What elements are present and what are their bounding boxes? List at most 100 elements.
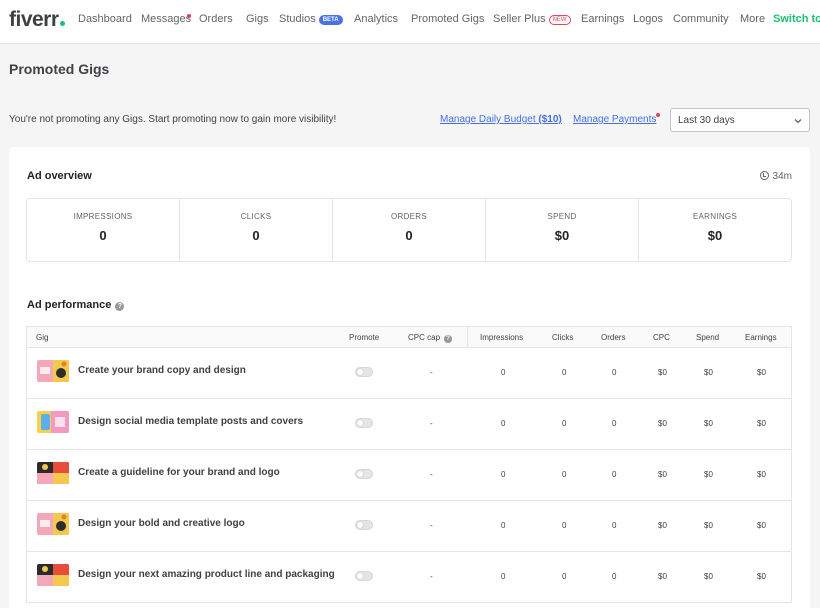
- nav-promoted-gigs[interactable]: Promoted Gigs: [411, 13, 484, 25]
- nav-studios-label: Studios: [279, 13, 316, 25]
- last-updated-value: 34m: [772, 171, 792, 182]
- nav-orders[interactable]: Orders: [199, 13, 233, 25]
- date-range-value: Last 30 days: [678, 115, 735, 126]
- ad-overview-title: Ad overview: [27, 170, 92, 182]
- earnings-value: $0: [757, 572, 766, 581]
- table-row: Design social media template posts and c…: [27, 399, 791, 450]
- gig-thumbnail[interactable]: [37, 513, 69, 535]
- nav-community[interactable]: Community: [673, 13, 729, 25]
- clicks-value: 0: [562, 419, 567, 428]
- stat-orders: ORDERS 0: [333, 199, 486, 261]
- orders-value: 0: [612, 572, 617, 581]
- stat-value: 0: [252, 228, 260, 243]
- gig-title[interactable]: Design your next amazing product line an…: [78, 569, 335, 580]
- stat-value: $0: [707, 228, 723, 243]
- cpc-value: $0: [658, 521, 667, 530]
- gig-thumbnail[interactable]: [37, 564, 69, 586]
- no-promotion-notice: You're not promoting any Gigs. Start pro…: [9, 114, 337, 125]
- info-icon[interactable]: ?: [444, 335, 453, 343]
- col-cpc-cap-label: CPC cap: [408, 333, 441, 342]
- impressions-value: 0: [501, 470, 506, 479]
- nav-logos[interactable]: Logos: [633, 13, 663, 25]
- col-cpc: CPC: [653, 333, 670, 342]
- payments-notification-dot: [656, 113, 660, 117]
- fiverr-logo[interactable]: fiverr: [9, 8, 65, 32]
- nav-seller-plus[interactable]: Seller Plus NEW: [493, 13, 571, 25]
- orders-value: 0: [612, 419, 617, 428]
- manage-daily-budget-link[interactable]: Manage Daily Budget ($10): [440, 114, 562, 125]
- col-clicks: Clicks: [552, 333, 574, 342]
- table-row: Create a guideline for your brand and lo…: [27, 450, 791, 501]
- stat-clicks: CLICKS 0: [180, 199, 333, 261]
- gig-thumbnail[interactable]: [37, 411, 69, 433]
- spend-value: $0: [704, 368, 713, 377]
- nav-studios[interactable]: Studios BETA: [279, 13, 343, 25]
- earnings-value: $0: [757, 368, 766, 377]
- impressions-value: 0: [501, 521, 506, 530]
- promote-toggle[interactable]: [355, 367, 373, 377]
- page-title: Promoted Gigs: [9, 61, 110, 77]
- impressions-value: 0: [501, 368, 506, 377]
- promote-toggle[interactable]: [355, 418, 373, 428]
- manage-daily-budget-label: Manage Daily Budget: [440, 114, 536, 125]
- nav-more[interactable]: More: [740, 13, 765, 25]
- col-gig: Gig: [36, 333, 49, 342]
- manage-payments-link[interactable]: Manage Payments: [573, 114, 656, 125]
- stat-impressions: IMPRESSIONS 0: [27, 199, 180, 261]
- impressions-value: 0: [501, 419, 506, 428]
- gig-title[interactable]: Create a guideline for your brand and lo…: [78, 467, 280, 478]
- spend-value: $0: [704, 572, 713, 581]
- cpc-cap-value: -: [430, 470, 433, 479]
- stat-label: ORDERS: [390, 212, 428, 221]
- nav-dashboard[interactable]: Dashboard: [78, 13, 132, 25]
- col-spend: Spend: [696, 333, 720, 342]
- gig-title[interactable]: Design your bold and creative logo: [78, 518, 245, 529]
- cpc-value: $0: [658, 368, 667, 377]
- ad-performance-title: Ad performance?: [27, 299, 125, 311]
- clicks-value: 0: [562, 572, 567, 581]
- clicks-value: 0: [562, 368, 567, 377]
- cpc-cap-value: -: [430, 368, 433, 377]
- promote-toggle[interactable]: [355, 571, 373, 581]
- promote-toggle[interactable]: [355, 469, 373, 479]
- table-row: Create your brand copy and design - 0 0 …: [27, 348, 791, 399]
- stat-label: CLICKS: [240, 212, 272, 221]
- gig-thumbnail[interactable]: [37, 462, 69, 484]
- date-range-select[interactable]: Last 30 days: [670, 108, 810, 132]
- orders-value: 0: [612, 521, 617, 530]
- stat-earnings: EARNINGS $0: [639, 199, 791, 261]
- cpc-cap-value: -: [430, 521, 433, 530]
- col-promote: Promote: [349, 333, 380, 342]
- ad-performance-table: Gig Promote CPC cap? Impressions Clicks …: [26, 326, 792, 603]
- top-nav: fiverr Dashboard Messages Orders Gigs St…: [0, 0, 820, 44]
- nav-earnings[interactable]: Earnings: [581, 13, 624, 25]
- nav-seller-plus-label: Seller Plus: [493, 13, 546, 25]
- stat-value: 0: [99, 228, 107, 243]
- gig-thumbnail[interactable]: [37, 360, 69, 382]
- promote-toggle[interactable]: [355, 520, 373, 530]
- spend-value: $0: [704, 470, 713, 479]
- orders-value: 0: [612, 368, 617, 377]
- gig-title[interactable]: Design social media template posts and c…: [78, 416, 303, 427]
- col-cpc-cap: CPC cap?: [408, 333, 453, 343]
- nav-analytics[interactable]: Analytics: [354, 13, 398, 25]
- table-row: Design your next amazing product line an…: [27, 552, 791, 603]
- stat-label: SPEND: [547, 212, 577, 221]
- nav-messages[interactable]: Messages: [141, 13, 191, 25]
- beta-badge: BETA: [318, 15, 343, 25]
- cpc-cap-value: -: [430, 572, 433, 581]
- nav-gigs[interactable]: Gigs: [246, 13, 269, 25]
- table-row: Design your bold and creative logo - 0 0…: [27, 501, 791, 552]
- gig-title[interactable]: Create your brand copy and design: [78, 365, 246, 376]
- switch-to-buying-link[interactable]: Switch to: [773, 13, 820, 25]
- stat-spend: SPEND $0: [486, 199, 639, 261]
- earnings-value: $0: [757, 521, 766, 530]
- earnings-value: $0: [757, 470, 766, 479]
- daily-budget-amount: ($10): [538, 114, 562, 125]
- info-icon[interactable]: ?: [115, 302, 125, 311]
- cpc-cap-value: -: [430, 419, 433, 428]
- spend-value: $0: [704, 419, 713, 428]
- earnings-value: $0: [757, 419, 766, 428]
- stat-value: $0: [554, 228, 570, 243]
- header-divider: [467, 327, 468, 348]
